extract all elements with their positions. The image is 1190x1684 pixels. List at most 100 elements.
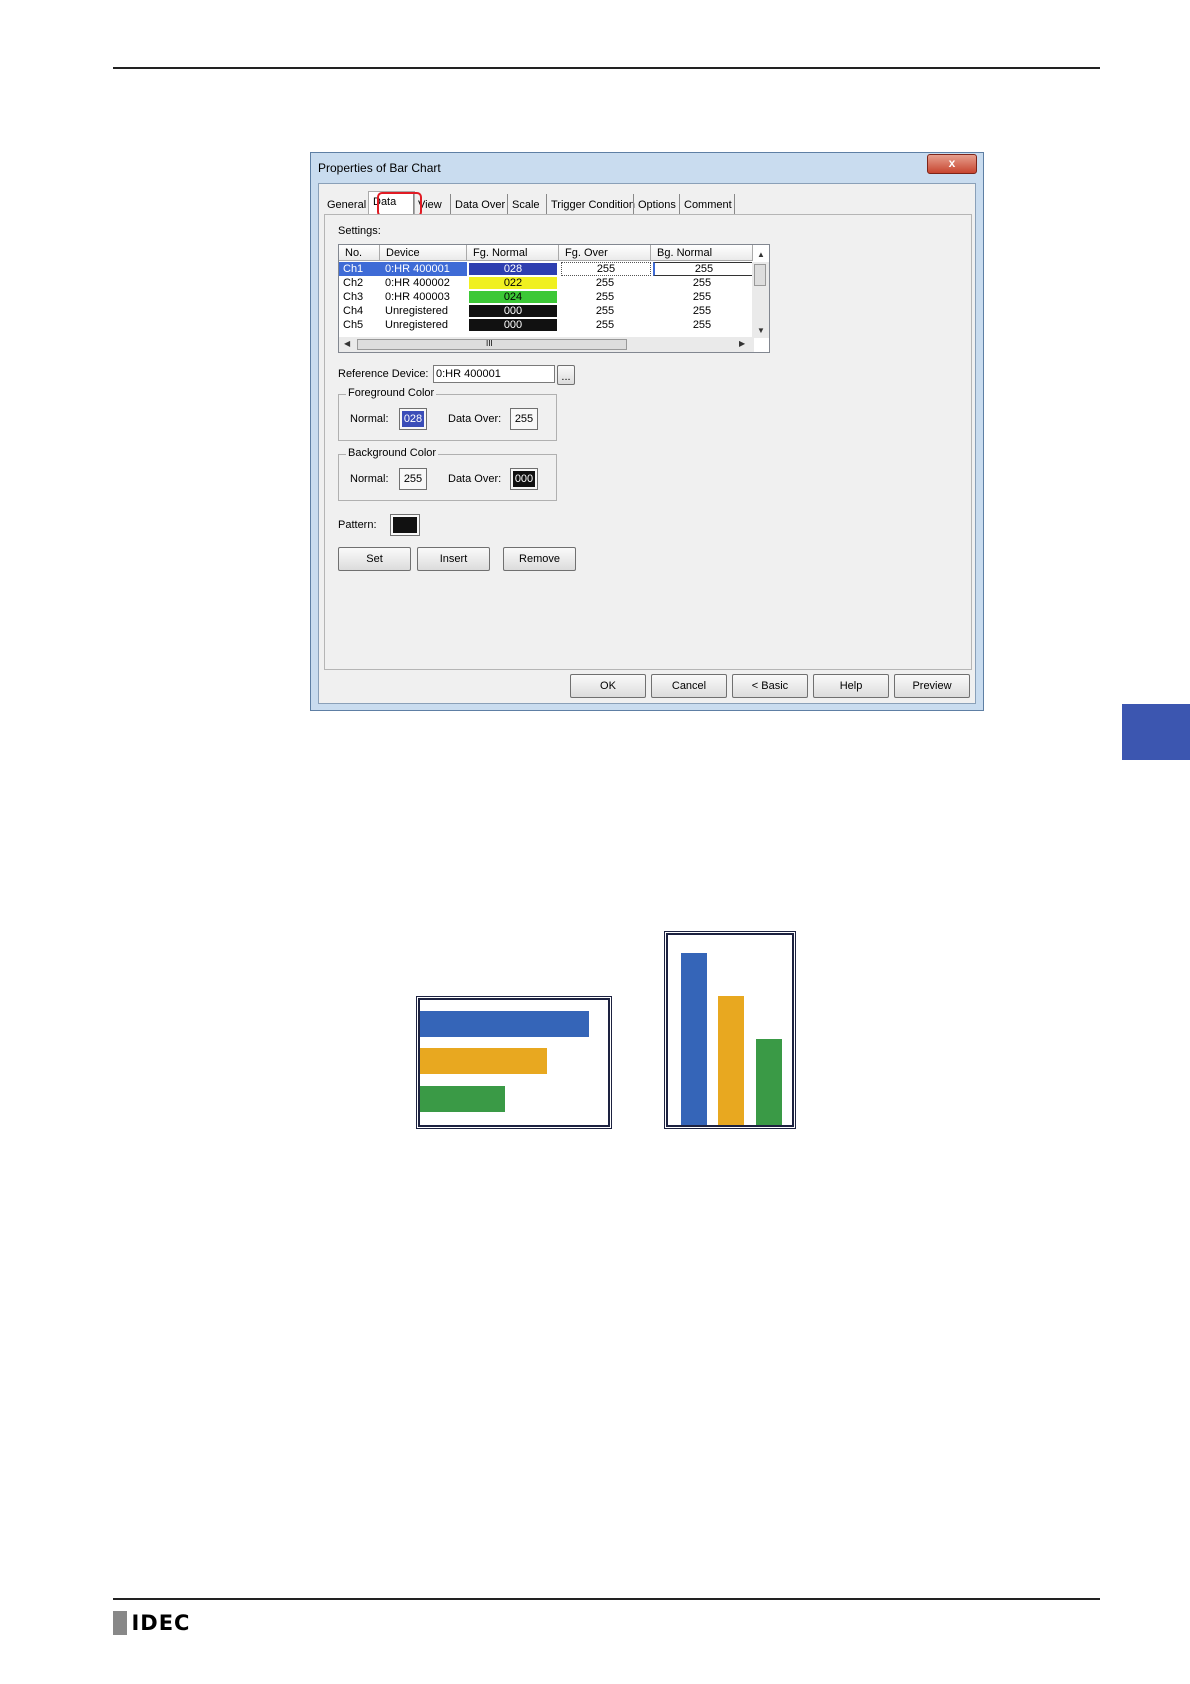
bg-normal-color-value: 255 bbox=[403, 473, 423, 485]
set-button[interactable]: Set bbox=[338, 547, 411, 571]
horizontal-scroll-thumb[interactable]: III bbox=[357, 339, 627, 350]
fg-normal-color-value: 028 bbox=[402, 411, 424, 427]
dialog-title: Properties of Bar Chart bbox=[318, 161, 441, 175]
tab-comment[interactable]: Comment bbox=[679, 194, 735, 214]
row-device: 0:HR 400002 bbox=[385, 277, 450, 289]
row-no: Ch5 bbox=[343, 319, 364, 331]
tab-options[interactable]: Options bbox=[633, 194, 682, 214]
table-row[interactable]: Ch1 0:HR 400001 028 255 255 bbox=[339, 262, 754, 276]
background-color-group: Background Color Normal: 255 Data Over: … bbox=[338, 447, 557, 501]
remove-button[interactable]: Remove bbox=[503, 547, 576, 571]
bottom-rule bbox=[113, 1598, 1100, 1600]
reference-device-label: Reference Device: bbox=[338, 368, 429, 380]
scroll-down-icon[interactable]: ▼ bbox=[757, 326, 765, 335]
background-group-label: Background Color bbox=[346, 447, 439, 459]
tab-trigger-condition[interactable]: Trigger Condition bbox=[546, 194, 637, 214]
fg-normal-swatch: 022 bbox=[469, 277, 557, 289]
tab-data-over[interactable]: Data Over bbox=[450, 194, 511, 214]
chapter-tab bbox=[1122, 704, 1190, 760]
row-device: Unregistered bbox=[385, 305, 448, 317]
bg-data-over-color-value: 000 bbox=[513, 471, 535, 487]
horizontal-scrollbar[interactable]: ◀ III ▶ bbox=[339, 337, 754, 352]
idec-logo: IDEC bbox=[113, 1611, 190, 1635]
vertical-scrollbar[interactable]: ▲ ▼ bbox=[752, 250, 769, 338]
horizontal-bar bbox=[420, 1048, 547, 1074]
col-header-no[interactable]: No. bbox=[339, 245, 380, 261]
bg-normal-color-button[interactable]: 255 bbox=[399, 468, 427, 490]
row-fg-over: 255 bbox=[595, 291, 615, 303]
table-row[interactable]: Ch4 Unregistered 000 255 255 bbox=[339, 304, 753, 318]
tab-scale[interactable]: Scale bbox=[507, 194, 548, 214]
row-bg-normal: 255 bbox=[692, 305, 712, 317]
bg-normal-label: Normal: bbox=[350, 473, 389, 485]
top-rule bbox=[113, 67, 1100, 69]
vertical-scroll-thumb[interactable] bbox=[754, 264, 766, 286]
col-header-bg-normal[interactable]: Bg. Normal bbox=[651, 245, 753, 261]
row-device: 0:HR 400003 bbox=[385, 291, 450, 303]
properties-dialog: Properties of Bar Chart x General Data V… bbox=[310, 152, 984, 711]
cancel-button[interactable]: Cancel bbox=[651, 674, 727, 698]
row-no: Ch1 bbox=[343, 263, 364, 275]
vertical-bar bbox=[756, 1039, 782, 1125]
vertical-bar-chart-example bbox=[664, 931, 796, 1129]
reference-device-input[interactable]: 0:HR 400001 bbox=[433, 365, 555, 383]
row-device: 0:HR 400001 bbox=[385, 263, 450, 275]
pattern-button[interactable] bbox=[390, 514, 420, 536]
fg-normal-swatch: 000 bbox=[469, 305, 557, 317]
fg-normal-swatch: 000 bbox=[469, 319, 557, 331]
ok-button[interactable]: OK bbox=[570, 674, 646, 698]
col-header-fg-normal[interactable]: Fg. Normal bbox=[467, 245, 559, 261]
table-row[interactable]: Ch3 0:HR 400003 024 255 255 bbox=[339, 290, 753, 304]
row-fg-over: 255 bbox=[595, 277, 615, 289]
pattern-swatch bbox=[393, 517, 417, 533]
bg-data-over-color-button[interactable]: 000 bbox=[510, 468, 538, 490]
fg-data-over-label: Data Over: bbox=[448, 413, 502, 425]
insert-button[interactable]: Insert bbox=[417, 547, 490, 571]
vertical-bar bbox=[718, 996, 744, 1125]
table-row[interactable]: Ch5 Unregistered 000 255 255 bbox=[339, 318, 753, 332]
horizontal-bar-chart-example bbox=[416, 996, 612, 1129]
foreground-color-group: Foreground Color Normal: 028 Data Over: … bbox=[338, 387, 557, 441]
row-bg-normal: 255 bbox=[692, 291, 712, 303]
scroll-grip: III bbox=[486, 339, 493, 348]
browse-button[interactable]: ... bbox=[557, 365, 575, 385]
preview-button[interactable]: Preview bbox=[894, 674, 970, 698]
fg-normal-swatch: 024 bbox=[469, 291, 557, 303]
settings-label: Settings: bbox=[338, 225, 381, 237]
scroll-up-icon[interactable]: ▲ bbox=[757, 250, 765, 259]
horizontal-bar bbox=[420, 1011, 589, 1037]
basic-button[interactable]: < Basic bbox=[732, 674, 808, 698]
title-bar: Properties of Bar Chart x bbox=[311, 153, 983, 183]
scroll-right-icon[interactable]: ▶ bbox=[739, 339, 745, 348]
pattern-label: Pattern: bbox=[338, 519, 377, 531]
col-header-fg-over[interactable]: Fg. Over bbox=[559, 245, 651, 261]
row-device: Unregistered bbox=[385, 319, 448, 331]
fg-normal-label: Normal: bbox=[350, 413, 389, 425]
row-no: Ch3 bbox=[343, 291, 364, 303]
row-fg-over: 255 bbox=[595, 319, 615, 331]
fg-normal-color-button[interactable]: 028 bbox=[399, 408, 427, 430]
scroll-left-icon[interactable]: ◀ bbox=[344, 339, 350, 348]
close-button[interactable]: x bbox=[927, 154, 977, 174]
row-no: Ch2 bbox=[343, 277, 364, 289]
col-header-device[interactable]: Device bbox=[380, 245, 467, 261]
row-bg-normal: 255 bbox=[692, 277, 712, 289]
tab-general[interactable]: General bbox=[323, 194, 371, 214]
vertical-bar bbox=[681, 953, 707, 1125]
data-tab-page: Settings: No. Device Fg. Normal Fg. Over… bbox=[324, 214, 972, 670]
table-row[interactable]: Ch2 0:HR 400002 022 255 255 bbox=[339, 276, 753, 290]
row-bg-normal: 255 bbox=[653, 262, 754, 276]
settings-list[interactable]: No. Device Fg. Normal Fg. Over Bg. Norma… bbox=[338, 244, 770, 353]
row-bg-normal: 255 bbox=[692, 319, 712, 331]
help-button[interactable]: Help bbox=[813, 674, 889, 698]
logo-text: IDEC bbox=[131, 1611, 191, 1635]
logo-bar-icon bbox=[113, 1611, 127, 1635]
row-no: Ch4 bbox=[343, 305, 364, 317]
dialog-client: General Data View Data Over Scale Trigge… bbox=[318, 183, 976, 704]
row-fg-over: 255 bbox=[561, 262, 651, 276]
fg-data-over-color-button[interactable]: 255 bbox=[510, 408, 538, 430]
fg-data-over-color-value: 255 bbox=[514, 413, 534, 425]
row-fg-over: 255 bbox=[595, 305, 615, 317]
fg-normal-swatch: 028 bbox=[469, 263, 557, 275]
horizontal-bar bbox=[420, 1086, 505, 1112]
